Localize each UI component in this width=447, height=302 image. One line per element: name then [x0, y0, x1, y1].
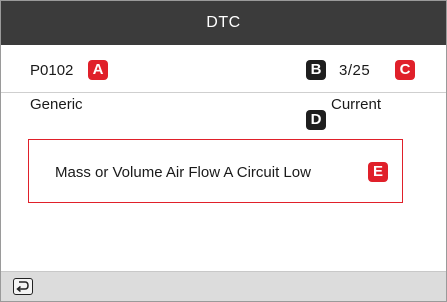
- dtc-type-row: Generic Current D: [1, 93, 446, 137]
- callout-a: A: [88, 60, 108, 80]
- callout-e: E: [368, 162, 388, 182]
- dtc-status: Current: [331, 96, 382, 113]
- callout-b: B: [306, 60, 326, 80]
- return-icon[interactable]: [13, 278, 33, 295]
- dtc-index: 3/25: [339, 62, 371, 79]
- dtc-code: P0102: [30, 62, 74, 79]
- callout-c: C: [395, 60, 415, 80]
- dtc-screen: DTC P0102 A B 3/25 C Generic Current D M…: [0, 0, 447, 302]
- dtc-type: Generic: [30, 96, 83, 113]
- dtc-description: Mass or Volume Air Flow A Circuit Low: [55, 164, 311, 181]
- bottom-toolbar: [1, 271, 446, 301]
- callout-d: D: [306, 110, 326, 130]
- dtc-code-row: P0102 A B 3/25 C: [1, 46, 446, 93]
- dtc-description-box: Mass or Volume Air Flow A Circuit Low E: [28, 139, 403, 203]
- page-title: DTC: [1, 1, 446, 45]
